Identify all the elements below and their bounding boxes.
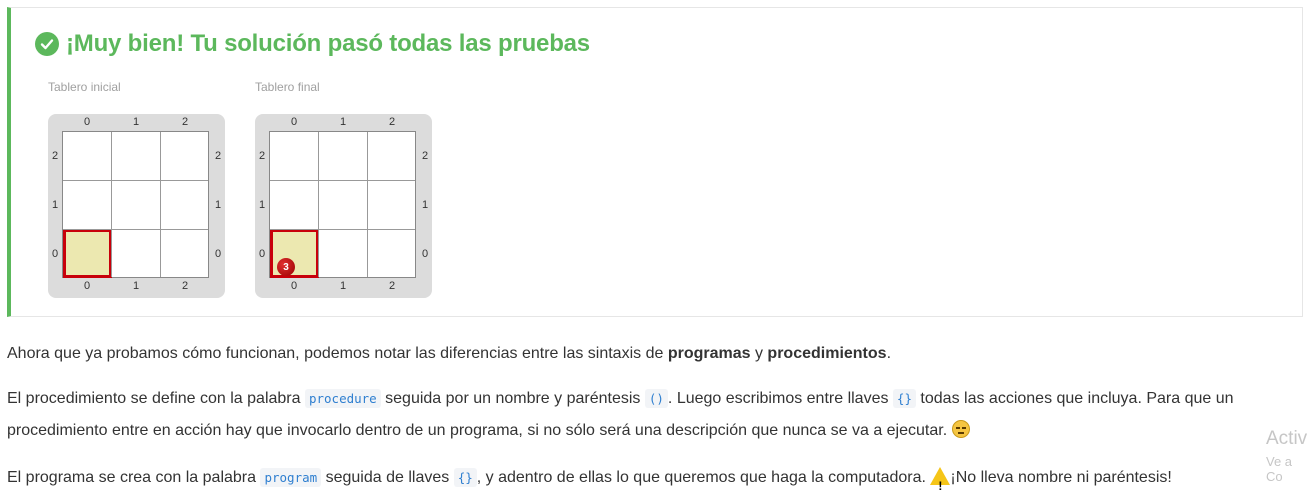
red-ball-icon: 3 <box>277 258 295 276</box>
row-label-right: 2 <box>214 150 222 162</box>
initial-board: 0 1 2 0 1 2 2 1 0 2 1 0 <box>48 114 225 298</box>
final-board-label: Tablero final <box>255 80 320 94</box>
ball-count: 3 <box>283 261 289 273</box>
board-grid <box>62 131 209 278</box>
paragraph-3: El programa se crea con la palabra progr… <box>7 462 1172 494</box>
col-label-bottom: 1 <box>339 280 347 292</box>
text: . Luego escribimos entre llaves <box>667 390 893 407</box>
col-label-top: 2 <box>181 116 189 128</box>
text: procedimiento entre en acción hay que in… <box>7 422 952 439</box>
code-procedure: procedure <box>304 389 381 408</box>
row-label-right: 0 <box>421 248 429 260</box>
bold-text: procedimientos <box>767 345 887 362</box>
grid-line <box>367 132 368 277</box>
grid-line <box>63 180 208 181</box>
head-cell: 3 <box>270 229 319 278</box>
bold-text: programas <box>667 345 751 362</box>
text: ¡No lleva nombre ni paréntesis! <box>950 469 1172 486</box>
text: seguida por un nombre y paréntesis <box>380 390 645 407</box>
col-label-top: 0 <box>290 116 298 128</box>
warning-icon: ! <box>930 467 951 493</box>
text: El programa se crea con la palabra <box>7 469 261 486</box>
initial-board-label: Tablero inicial <box>48 80 121 94</box>
col-label-bottom: 0 <box>290 280 298 292</box>
col-label-top: 2 <box>388 116 396 128</box>
text: seguida de llaves <box>321 469 454 486</box>
col-label-bottom: 2 <box>388 280 396 292</box>
col-label-bottom: 1 <box>132 280 140 292</box>
board-grid: 3 <box>269 131 416 278</box>
row-label-right: 2 <box>421 150 429 162</box>
col-label-bottom: 2 <box>181 280 189 292</box>
text: Ahora que ya probamos cómo funcionan, po… <box>7 345 668 362</box>
col-label-top: 1 <box>132 116 140 128</box>
grid-line <box>63 229 208 230</box>
row-label-right: 1 <box>421 199 429 211</box>
text: y <box>750 345 768 362</box>
unamused-face-icon <box>951 420 970 438</box>
grid-line <box>318 132 319 277</box>
text: . <box>886 345 892 362</box>
text: , y adentro de ellas lo que queremos que… <box>476 469 931 486</box>
col-label-bottom: 0 <box>83 280 91 292</box>
grid-line <box>270 180 415 181</box>
row-label-right: 1 <box>214 199 222 211</box>
final-board: 0 1 2 0 1 2 2 1 0 2 1 0 3 <box>255 114 432 298</box>
row-label-right: 0 <box>214 248 222 260</box>
grid-line <box>111 132 112 277</box>
activation-watermark-title: Activ <box>1266 428 1308 449</box>
paragraph-2: El procedimiento se define con la palabr… <box>7 383 1267 447</box>
grid-line <box>270 229 415 230</box>
text: todas las acciones que incluya. Para que… <box>915 390 1234 407</box>
head-cell <box>63 229 112 278</box>
paragraph-1: Ahora que ya probamos cómo funcionan, po… <box>7 338 891 370</box>
code-parentheses: () <box>644 389 668 408</box>
col-label-top: 0 <box>83 116 91 128</box>
result-title: ¡Muy bien! Tu solución pasó todas las pr… <box>35 30 590 58</box>
activation-watermark-subtitle: Ve a Co <box>1266 454 1293 484</box>
result-title-text: ¡Muy bien! Tu solución pasó todas las pr… <box>66 30 590 57</box>
check-circle-icon <box>35 32 59 56</box>
col-label-top: 1 <box>339 116 347 128</box>
grid-line <box>160 132 161 277</box>
code-program: program <box>260 468 322 487</box>
code-braces: {} <box>453 468 477 487</box>
result-panel: ¡Muy bien! Tu solución pasó todas las pr… <box>7 7 1303 317</box>
code-braces: {} <box>892 389 916 408</box>
text: El procedimiento se define con la palabr… <box>7 390 305 407</box>
